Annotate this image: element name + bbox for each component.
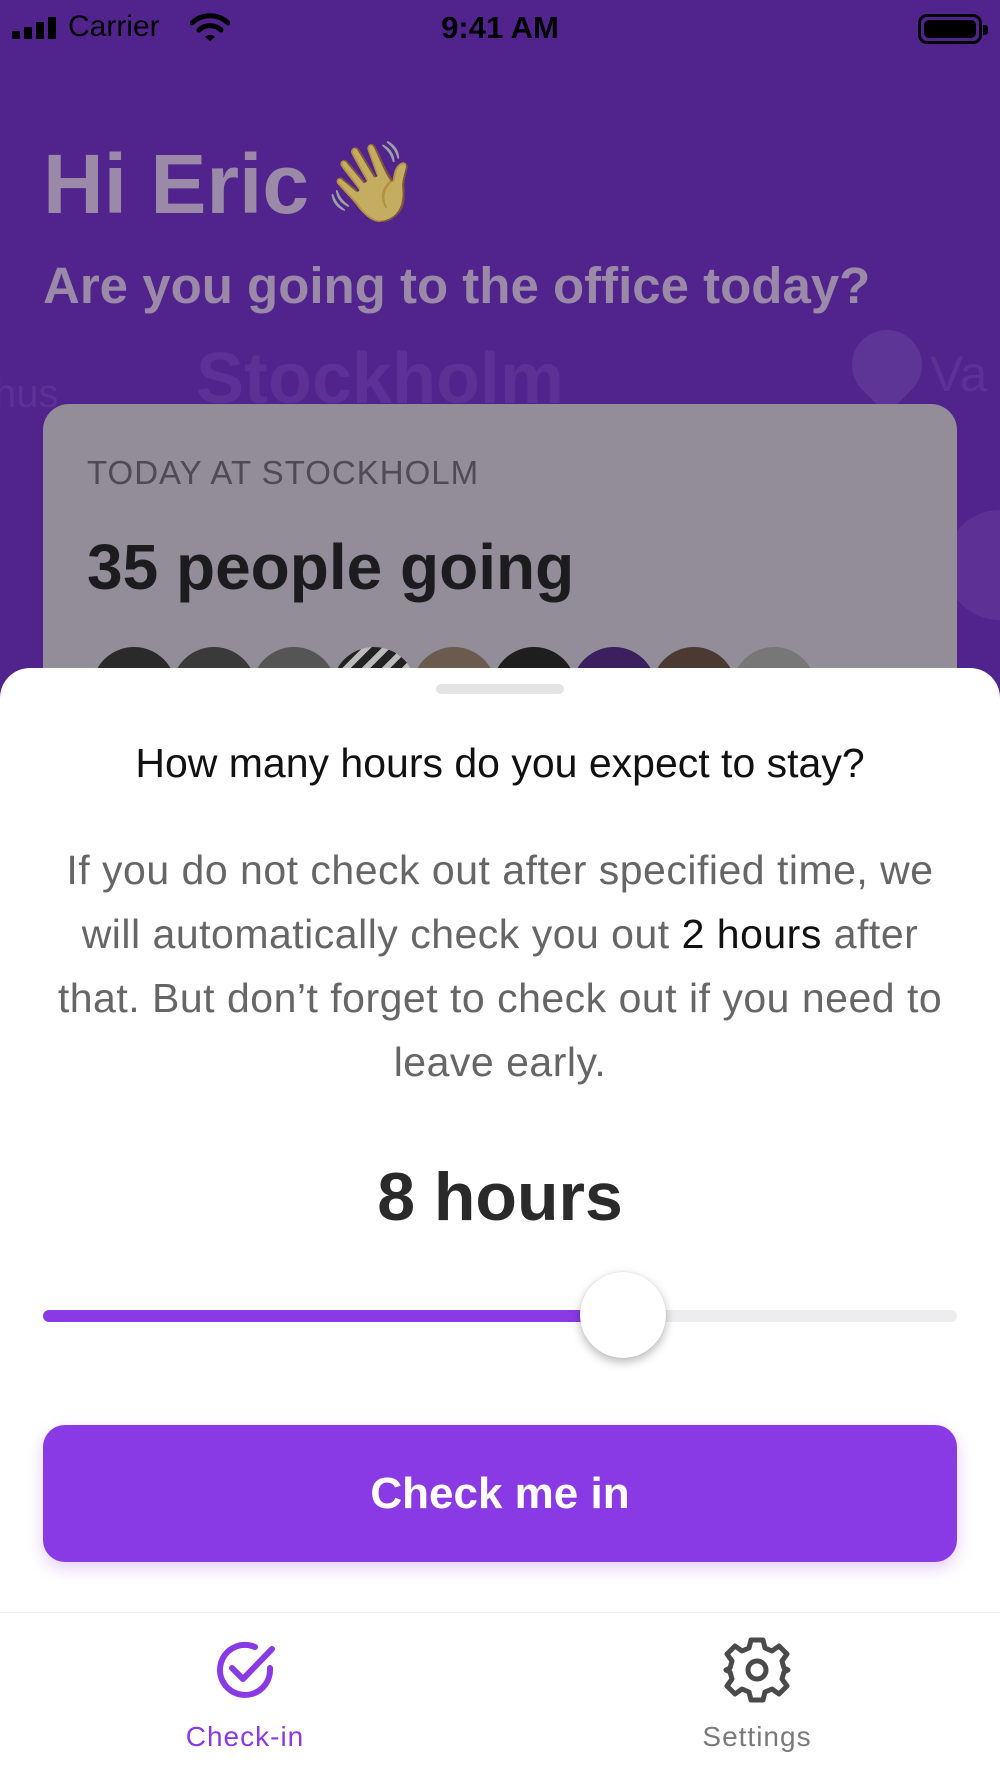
attendance-card-label: TODAY AT STOCKHOLM <box>87 454 480 491</box>
hours-slider[interactable] <box>43 1272 957 1358</box>
hours-value: 8 hours <box>377 1159 623 1235</box>
office-question: Are you going to the office today? <box>43 257 871 314</box>
attendance-count: 35 people going <box>87 531 575 603</box>
slider-thumb[interactable] <box>580 1272 667 1358</box>
slider-fill <box>43 1310 624 1322</box>
greeting-text: Hi Eric <box>43 137 310 231</box>
greeting-heading: Hi Eric 👋 <box>43 136 420 233</box>
battery-icon <box>918 14 988 44</box>
tab-check-in-label: Check-in <box>185 1721 305 1752</box>
gear-icon <box>723 1637 791 1703</box>
sheet-description: If you do not check out after specified … <box>40 838 960 1094</box>
home-screen-background: Carrier 9:41 AM Hi Eric 👋 Are you going t… <box>0 0 1000 720</box>
status-bar: Carrier 9:41 AM <box>0 0 1000 56</box>
sheet-drag-handle[interactable] <box>436 684 564 694</box>
description-emphasis: 2 hours <box>681 911 822 957</box>
tab-bar: Check-in Settings <box>0 1612 1000 1778</box>
status-time: 9:41 AM <box>441 10 559 45</box>
tab-settings[interactable]: Settings <box>607 1613 907 1778</box>
tab-check-in[interactable]: Check-in <box>95 1613 395 1778</box>
check-me-in-button[interactable]: Check me in <box>43 1425 957 1562</box>
office-carousel-prev-label: hus <box>0 372 59 416</box>
waving-hand-icon: 👋 <box>323 138 421 226</box>
sheet-title: How many hours do you expect to stay? <box>135 740 865 786</box>
check-circle-icon <box>217 1641 275 1698</box>
tab-settings-label: Settings <box>702 1721 812 1752</box>
map-pin-icon <box>837 315 937 415</box>
office-carousel-next-label: Va <box>930 346 988 402</box>
